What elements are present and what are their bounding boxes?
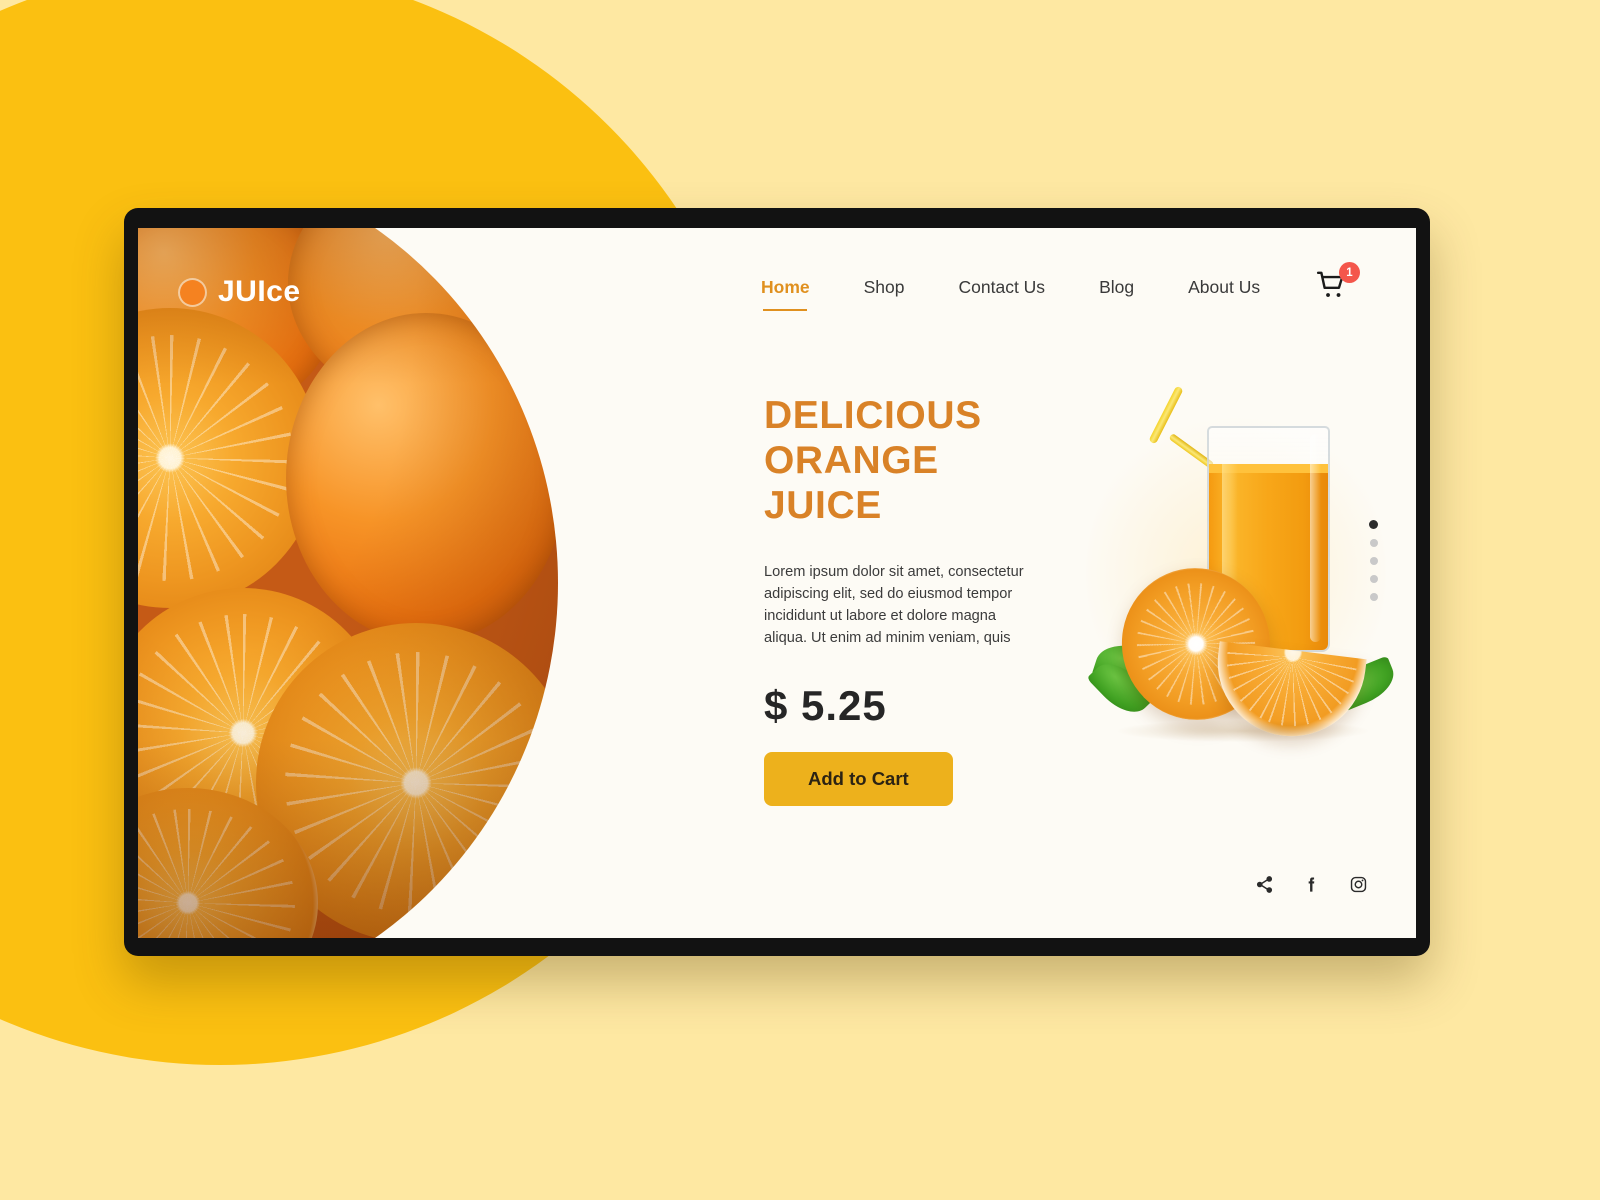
main-navigation: Home Shop Contact Us Blog About Us 1 [568, 262, 1416, 306]
page-title: DELICIOUS ORANGE JUICE [764, 393, 1064, 529]
slider-dot-5[interactable] [1369, 593, 1378, 601]
cart-count-badge: 1 [1339, 262, 1360, 283]
oranges-photo [138, 228, 558, 938]
brand-name: JUIce [218, 275, 301, 308]
headline-line-1: DELICIOUS [764, 394, 982, 437]
slider-dot-3[interactable] [1369, 557, 1378, 565]
brand-logo[interactable]: JUIce [180, 275, 301, 309]
nav-links: Home Shop Contact Us Blog About Us [734, 277, 1287, 298]
device-frame: JUIce Home Shop Contact Us Blog About Us… [124, 208, 1430, 956]
orange-dot-icon [180, 279, 205, 305]
nav-item-contact-us[interactable]: Contact Us [932, 277, 1073, 298]
nav-item-blog[interactable]: Blog [1072, 277, 1161, 298]
headline-line-2: ORANGE [764, 439, 939, 483]
hero-description: Lorem ipsum dolor sit amet, consectetur … [764, 563, 1024, 647]
nav-item-about-us[interactable]: About Us [1161, 277, 1287, 298]
product-image [1066, 378, 1401, 748]
slider-pagination [1369, 520, 1378, 601]
product-shadow [1118, 720, 1368, 742]
share-icon[interactable] [1255, 875, 1274, 894]
hero-text-block: DELICIOUS ORANGE JUICE Lorem ipsum dolor… [764, 393, 1064, 807]
facebook-icon[interactable] [1302, 875, 1321, 894]
product-price: $ 5.25 [764, 682, 887, 730]
content-area: Home Shop Contact Us Blog About Us 1 DEL… [568, 228, 1416, 938]
photo-shading [138, 228, 558, 938]
nav-item-shop[interactable]: Shop [837, 277, 932, 298]
hero-photo-clip [138, 228, 558, 938]
slider-dot-1[interactable] [1369, 520, 1378, 529]
slider-dot-2[interactable] [1369, 539, 1378, 547]
website-screen: JUIce Home Shop Contact Us Blog About Us… [138, 228, 1416, 938]
add-to-cart-button[interactable]: Add to Cart [764, 752, 953, 807]
slider-dot-4[interactable] [1369, 575, 1378, 583]
instagram-icon[interactable] [1349, 875, 1368, 894]
hero-photo-panel [138, 228, 568, 938]
nav-item-home[interactable]: Home [734, 277, 837, 298]
headline-line-3: JUICE [764, 484, 882, 528]
cart-button[interactable]: 1 [1314, 262, 1360, 306]
social-links [1255, 875, 1368, 894]
glass-highlight [1310, 434, 1321, 642]
